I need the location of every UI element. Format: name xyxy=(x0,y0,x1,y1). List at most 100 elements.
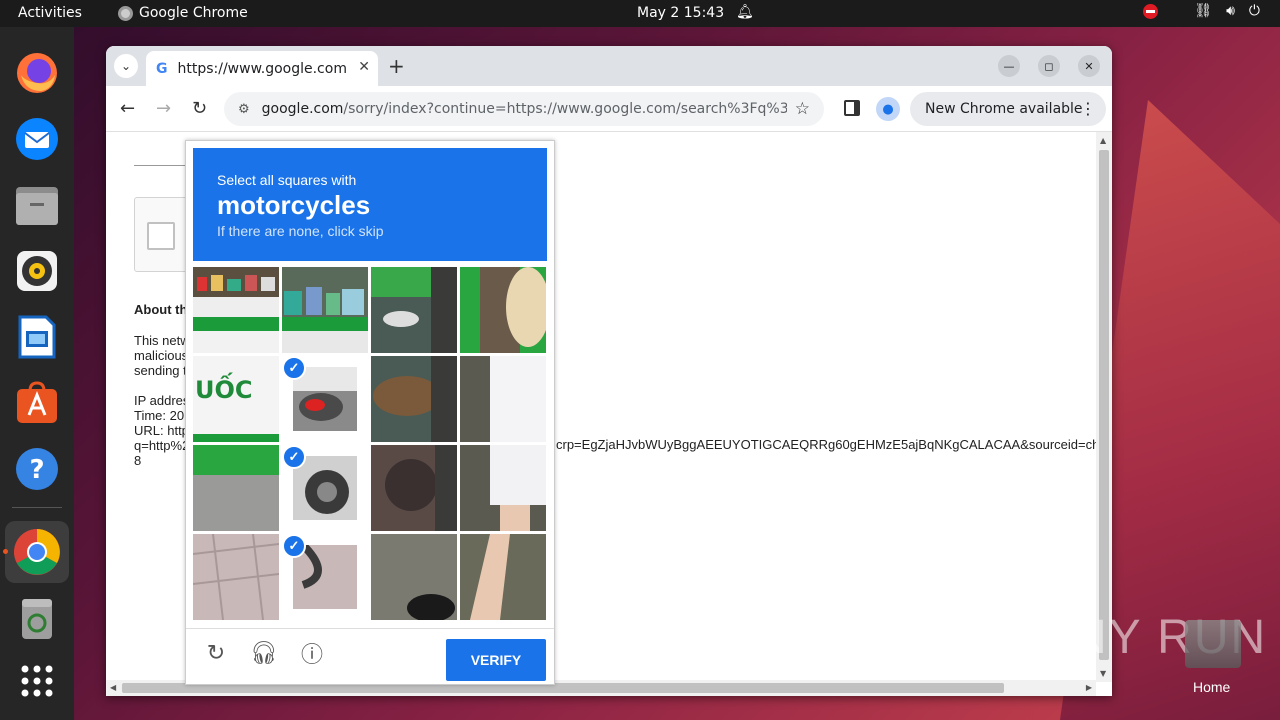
svg-text:UỐC: UỐC xyxy=(195,371,253,404)
scroll-right-icon[interactable]: ▶ xyxy=(1086,683,1092,692)
forward-button[interactable]: → xyxy=(156,98,171,119)
activities-button[interactable]: Activities xyxy=(18,5,82,21)
grid-cell[interactable] xyxy=(460,534,546,620)
verify-button[interactable]: VERIFY xyxy=(446,639,546,681)
grid-cell[interactable] xyxy=(371,356,457,442)
clock[interactable]: May 2 15:43 xyxy=(637,5,724,21)
chevron-down-icon: ⌄ xyxy=(120,59,132,73)
update-label: New Chrome available xyxy=(925,101,1083,117)
more-menu-icon[interactable]: ⋮ xyxy=(1080,99,1096,118)
home-folder-icon[interactable] xyxy=(1185,620,1241,668)
para-line: This netw xyxy=(134,333,190,348)
app-menu[interactable]: Google Chrome xyxy=(118,5,248,21)
system-tray[interactable]: ⛓ 🔊︎ ⏻ xyxy=(1143,3,1260,19)
grid-cell-selected[interactable]: ✓ xyxy=(282,445,368,531)
maximize-button[interactable]: ◻ xyxy=(1038,55,1060,77)
info-line: 8 xyxy=(134,453,142,468)
home-label: Home xyxy=(1193,679,1231,695)
grid-cell-selected[interactable]: ✓ xyxy=(282,534,368,620)
grid-cell[interactable]: UỐC xyxy=(193,356,279,442)
recaptcha-checkbox[interactable] xyxy=(147,222,175,250)
para-line: malicious xyxy=(134,348,189,363)
close-tab-icon[interactable]: ✕ xyxy=(358,59,370,75)
volume-icon: 🔊︎ xyxy=(1226,3,1235,19)
grid-cell[interactable] xyxy=(193,534,279,620)
headphones-icon[interactable]: 🎧︎ xyxy=(250,639,278,667)
check-icon: ✓ xyxy=(282,445,306,469)
info-line: q=http%2 xyxy=(134,438,190,453)
tab-search-button[interactable]: ⌄ xyxy=(114,54,138,78)
writer-icon[interactable] xyxy=(13,313,61,361)
grid-cell-selected[interactable]: ✓ xyxy=(282,356,368,442)
toolbar: ← → ↻ ⚙ google.com/sorry/index?continue=… xyxy=(106,86,1112,132)
tab-title: https://www.google.com/sorry/index?conti… xyxy=(177,60,346,77)
grid-cell[interactable] xyxy=(282,267,368,353)
grid-cell[interactable] xyxy=(371,267,457,353)
network-icon: ⛓ xyxy=(1194,3,1213,19)
tab-bar: ⌄ G https://www.google.com/sorry/index?c… xyxy=(106,46,1112,86)
check-icon: ✓ xyxy=(282,534,306,558)
profile-avatar-icon[interactable]: ● xyxy=(876,97,900,121)
reload-challenge-icon[interactable]: ↻ xyxy=(202,639,230,667)
scroll-left-icon[interactable]: ◀ xyxy=(110,683,116,692)
challenge-footer: ↻ 🎧︎ ⓘ VERIFY xyxy=(186,628,554,686)
rhythmbox-icon[interactable] xyxy=(13,247,61,295)
grid-cell[interactable] xyxy=(193,445,279,531)
trash-icon[interactable] xyxy=(13,595,61,643)
cell-image xyxy=(293,367,357,431)
about-heading: About th xyxy=(134,302,188,317)
new-tab-button[interactable]: + xyxy=(388,54,405,78)
vertical-scroll-thumb[interactable] xyxy=(1099,150,1109,660)
scroll-down-icon[interactable]: ▼ xyxy=(1100,669,1106,678)
bell-icon: 🔔︎ xyxy=(736,4,754,20)
grid-cell[interactable] xyxy=(371,534,457,620)
long-url-tail: crp=EgZjaHJvbWUyBggAEEUYOTIGCAEQRRg60gEH… xyxy=(556,437,1096,452)
running-indicator xyxy=(3,549,8,554)
recaptcha-challenge: Select all squares with motorcycles If t… xyxy=(185,140,555,685)
top-bar: Activities Google Chrome May 2 15:43 🔔︎ … xyxy=(0,0,1280,27)
bookmark-star-icon[interactable]: ☆ xyxy=(795,99,810,119)
grid-cell[interactable] xyxy=(460,445,546,531)
grid-cell[interactable] xyxy=(460,267,546,353)
info-line: Time: 20 xyxy=(134,408,185,423)
scroll-up-icon[interactable]: ▲ xyxy=(1100,136,1106,145)
challenge-target: motorcycles xyxy=(217,190,371,220)
back-button[interactable]: ← xyxy=(120,98,135,119)
close-window-button[interactable]: ✕ xyxy=(1078,55,1100,77)
thunderbird-icon[interactable] xyxy=(13,115,61,163)
cell-image xyxy=(293,542,357,609)
grid-cell[interactable] xyxy=(460,356,546,442)
power-icon: ⏻ xyxy=(1248,3,1260,19)
grid-cell[interactable] xyxy=(371,445,457,531)
do-not-disturb-icon xyxy=(1143,3,1159,19)
grid-cell[interactable] xyxy=(193,267,279,353)
challenge-instruction: Select all squares with xyxy=(217,172,357,188)
tab-google-sorry[interactable]: G https://www.google.com/sorry/index?con… xyxy=(146,51,378,86)
side-panel-icon[interactable] xyxy=(844,100,860,116)
app-name: Google Chrome xyxy=(139,5,248,21)
vertical-scrollbar[interactable]: ▲ ▼ xyxy=(1096,132,1112,682)
minimize-button[interactable]: — xyxy=(998,55,1020,77)
chrome-icon[interactable] xyxy=(13,528,61,576)
show-apps-icon[interactable] xyxy=(13,657,61,705)
site-settings-icon[interactable]: ⚙ xyxy=(238,102,250,117)
challenge-header: Select all squares with motorcycles If t… xyxy=(193,148,547,261)
address-bar[interactable]: ⚙ google.com/sorry/index?continue=https:… xyxy=(224,92,824,126)
firefox-icon[interactable] xyxy=(13,49,61,97)
app-center-icon[interactable] xyxy=(13,379,61,427)
cell-image xyxy=(293,456,357,520)
info-line: IP addres xyxy=(134,393,190,408)
new-chrome-available-button[interactable]: New Chrome available ⋮ xyxy=(910,92,1106,126)
reload-button[interactable]: ↻ xyxy=(192,98,207,119)
check-icon: ✓ xyxy=(282,356,306,380)
info-icon[interactable]: ⓘ xyxy=(298,639,326,667)
info-line: URL: http xyxy=(134,423,189,438)
challenge-grid: UỐC ✓ ✓ ✓ xyxy=(193,267,547,621)
svg-text:?: ? xyxy=(29,455,44,485)
url-path: /sorry/index?continue=https://www.google… xyxy=(343,101,787,117)
url-text: google.com/sorry/index?continue=https://… xyxy=(262,101,787,117)
files-icon[interactable] xyxy=(13,181,61,229)
dock-separator xyxy=(12,507,62,508)
help-icon[interactable]: ? xyxy=(13,445,61,493)
chrome-icon xyxy=(118,5,133,21)
